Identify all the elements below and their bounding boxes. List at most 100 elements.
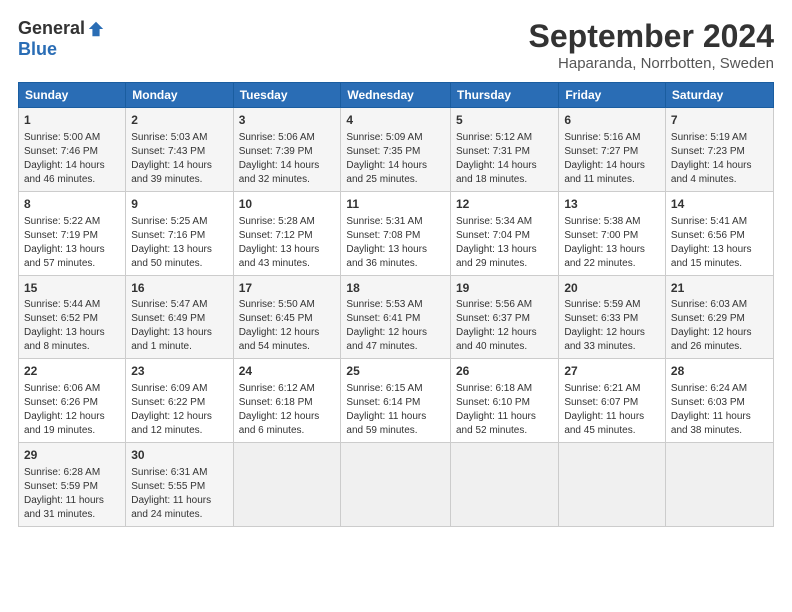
day-cell: 14 Sunrise: 5:41 AM Sunset: 6:56 PM Dayli… <box>665 191 773 275</box>
day-number: 1 <box>24 112 120 129</box>
day-number: 6 <box>564 112 660 129</box>
title-section: September 2024 Haparanda, Norrbotten, Sw… <box>529 18 774 72</box>
day-number: 28 <box>671 363 768 380</box>
day-info: Sunrise: 5:44 AM Sunset: 6:52 PM Dayligh… <box>24 299 105 352</box>
day-info: Sunrise: 6:18 AM Sunset: 6:10 PM Dayligh… <box>456 383 536 436</box>
day-cell: 26 Sunrise: 6:18 AM Sunset: 6:10 PM Dayli… <box>450 359 558 443</box>
day-number: 20 <box>564 280 660 297</box>
day-cell: 21Sunrise: 6:03 AM Sunset: 6:29 PM Dayli… <box>665 275 773 359</box>
week-row-4: 22 Sunrise: 6:06 AM Sunset: 6:26 PM Dayli… <box>19 359 774 443</box>
col-header-thursday: Thursday <box>450 83 558 108</box>
day-number: 15 <box>24 280 120 297</box>
header: General Blue September 2024 Haparanda, N… <box>18 18 774 72</box>
logo: General Blue <box>18 18 105 60</box>
day-number: 29 <box>24 447 120 464</box>
day-info: Sunrise: 5:03 AM Sunset: 7:43 PM Dayligh… <box>131 132 212 185</box>
day-cell <box>665 443 773 527</box>
day-number: 11 <box>346 196 445 213</box>
day-number: 3 <box>239 112 336 129</box>
day-cell: 10Sunrise: 5:28 AM Sunset: 7:12 PM Dayli… <box>233 191 341 275</box>
logo-general-text: General <box>18 18 85 39</box>
day-cell: 28 Sunrise: 6:24 AM Sunset: 6:03 PM Dayli… <box>665 359 773 443</box>
day-info: Sunrise: 5:41 AM Sunset: 6:56 PM Dayligh… <box>671 216 752 269</box>
day-number: 30 <box>131 447 227 464</box>
day-info: Sunrise: 5:06 AM Sunset: 7:39 PM Dayligh… <box>239 132 320 185</box>
col-header-wednesday: Wednesday <box>341 83 451 108</box>
day-info: Sunrise: 5:53 AM Sunset: 6:41 PM Dayligh… <box>346 299 427 352</box>
day-cell: 18 Sunrise: 5:53 AM Sunset: 6:41 PM Dayli… <box>341 275 451 359</box>
day-info: Sunrise: 5:19 AM Sunset: 7:23 PM Dayligh… <box>671 132 752 185</box>
day-cell: 6 Sunrise: 5:16 AM Sunset: 7:27 PM Daylig… <box>559 108 666 192</box>
day-cell: 3 Sunrise: 5:06 AM Sunset: 7:39 PM Daylig… <box>233 108 341 192</box>
page: General Blue September 2024 Haparanda, N… <box>0 0 792 612</box>
location: Haparanda, Norrbotten, Sweden <box>529 55 774 72</box>
day-info: Sunrise: 6:12 AM Sunset: 6:18 PM Dayligh… <box>239 383 320 436</box>
col-header-sunday: Sunday <box>19 83 126 108</box>
day-number: 2 <box>131 112 227 129</box>
day-cell: 25 Sunrise: 6:15 AM Sunset: 6:14 PM Dayli… <box>341 359 451 443</box>
day-number: 25 <box>346 363 445 380</box>
day-number: 17 <box>239 280 336 297</box>
day-cell: 29 Sunrise: 6:28 AM Sunset: 5:59 PM Dayli… <box>19 443 126 527</box>
day-info: Sunrise: 6:06 AM Sunset: 6:26 PM Dayligh… <box>24 383 105 436</box>
day-cell: 1 Sunrise: 5:00 AM Sunset: 7:46 PM Daylig… <box>19 108 126 192</box>
day-info: Sunrise: 6:09 AM Sunset: 6:22 PM Dayligh… <box>131 383 212 436</box>
col-header-tuesday: Tuesday <box>233 83 341 108</box>
day-number: 23 <box>131 363 227 380</box>
day-cell: 19Sunrise: 5:56 AM Sunset: 6:37 PM Dayli… <box>450 275 558 359</box>
logo-blue-text: Blue <box>18 39 57 60</box>
day-info: Sunrise: 6:21 AM Sunset: 6:07 PM Dayligh… <box>564 383 644 436</box>
day-info: Sunrise: 5:00 AM Sunset: 7:46 PM Dayligh… <box>24 132 105 185</box>
week-row-5: 29 Sunrise: 6:28 AM Sunset: 5:59 PM Dayli… <box>19 443 774 527</box>
day-number: 9 <box>131 196 227 213</box>
day-info: Sunrise: 5:50 AM Sunset: 6:45 PM Dayligh… <box>239 299 320 352</box>
day-number: 26 <box>456 363 553 380</box>
day-info: Sunrise: 5:22 AM Sunset: 7:19 PM Dayligh… <box>24 216 105 269</box>
day-number: 24 <box>239 363 336 380</box>
day-info: Sunrise: 5:09 AM Sunset: 7:35 PM Dayligh… <box>346 132 427 185</box>
day-number: 14 <box>671 196 768 213</box>
day-info: Sunrise: 5:34 AM Sunset: 7:04 PM Dayligh… <box>456 216 537 269</box>
day-cell: 5Sunrise: 5:12 AM Sunset: 7:31 PM Daylig… <box>450 108 558 192</box>
day-info: Sunrise: 6:24 AM Sunset: 6:03 PM Dayligh… <box>671 383 751 436</box>
day-info: Sunrise: 6:31 AM Sunset: 5:55 PM Dayligh… <box>131 467 211 520</box>
calendar-table: SundayMondayTuesdayWednesdayThursdayFrid… <box>18 82 774 527</box>
week-row-2: 8 Sunrise: 5:22 AM Sunset: 7:19 PM Daylig… <box>19 191 774 275</box>
day-number: 16 <box>131 280 227 297</box>
day-cell: 24 Sunrise: 6:12 AM Sunset: 6:18 PM Dayli… <box>233 359 341 443</box>
day-number: 8 <box>24 196 120 213</box>
day-cell: 8 Sunrise: 5:22 AM Sunset: 7:19 PM Daylig… <box>19 191 126 275</box>
day-number: 10 <box>239 196 336 213</box>
week-row-3: 15 Sunrise: 5:44 AM Sunset: 6:52 PM Dayli… <box>19 275 774 359</box>
day-info: Sunrise: 6:15 AM Sunset: 6:14 PM Dayligh… <box>346 383 426 436</box>
day-number: 19 <box>456 280 553 297</box>
day-info: Sunrise: 5:31 AM Sunset: 7:08 PM Dayligh… <box>346 216 427 269</box>
day-cell <box>559 443 666 527</box>
day-cell: 17 Sunrise: 5:50 AM Sunset: 6:45 PM Dayli… <box>233 275 341 359</box>
col-header-saturday: Saturday <box>665 83 773 108</box>
day-number: 22 <box>24 363 120 380</box>
col-header-monday: Monday <box>126 83 233 108</box>
day-number: 5 <box>456 112 553 129</box>
day-info: Sunrise: 6:28 AM Sunset: 5:59 PM Dayligh… <box>24 467 104 520</box>
day-cell: 13Sunrise: 5:38 AM Sunset: 7:00 PM Dayli… <box>559 191 666 275</box>
day-number: 13 <box>564 196 660 213</box>
day-cell <box>450 443 558 527</box>
day-cell: 12Sunrise: 5:34 AM Sunset: 7:04 PM Dayli… <box>450 191 558 275</box>
day-cell <box>233 443 341 527</box>
day-number: 18 <box>346 280 445 297</box>
day-cell: 27Sunrise: 6:21 AM Sunset: 6:07 PM Dayli… <box>559 359 666 443</box>
day-info: Sunrise: 6:03 AM Sunset: 6:29 PM Dayligh… <box>671 299 752 352</box>
day-info: Sunrise: 5:47 AM Sunset: 6:49 PM Dayligh… <box>131 299 212 352</box>
logo-icon <box>87 20 105 38</box>
week-row-1: 1 Sunrise: 5:00 AM Sunset: 7:46 PM Daylig… <box>19 108 774 192</box>
day-cell <box>341 443 451 527</box>
day-cell: 22 Sunrise: 6:06 AM Sunset: 6:26 PM Dayli… <box>19 359 126 443</box>
header-row: SundayMondayTuesdayWednesdayThursdayFrid… <box>19 83 774 108</box>
day-number: 4 <box>346 112 445 129</box>
day-cell: 2 Sunrise: 5:03 AM Sunset: 7:43 PM Daylig… <box>126 108 233 192</box>
day-cell: 7 Sunrise: 5:19 AM Sunset: 7:23 PM Daylig… <box>665 108 773 192</box>
month-title: September 2024 <box>529 18 774 55</box>
day-info: Sunrise: 5:16 AM Sunset: 7:27 PM Dayligh… <box>564 132 645 185</box>
day-number: 7 <box>671 112 768 129</box>
